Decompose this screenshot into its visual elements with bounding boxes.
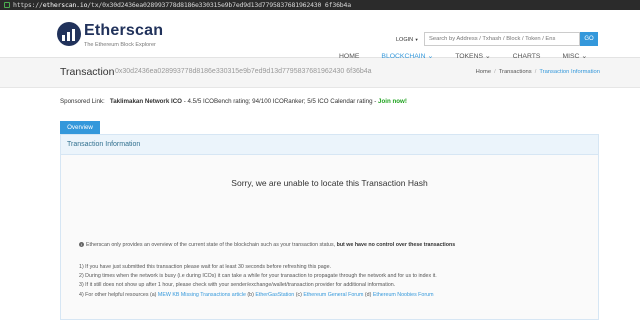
separator: (c) [294,291,304,298]
sponsored-label: Sponsored Link: [60,98,105,105]
breadcrumb-separator: / [534,69,537,75]
page-title-band: Transaction 0x30d2436ea028993778d8186e33… [0,58,640,88]
sponsored-link: Sponsored Link: Taklimakan Network ICO -… [60,98,407,105]
not-found-message: Sorry, we are unable to locate this Tran… [231,178,428,188]
login-menu[interactable]: LOGIN ▼ [396,37,419,43]
url-scheme: https:// [13,1,43,9]
info-bold-text: but we have no control over these transa… [336,242,456,248]
info-icon: i [79,242,84,248]
url-path: /tx/0x30d2436ea028993778d8186e330315e9b7… [87,1,351,9]
info-notice: i Etherscan only provides an overview of … [79,242,455,248]
help-step: 3) If it still does not show up after 1 … [79,282,396,289]
sponsored-ratings: - 4.5/5 ICOBench rating; 94/100 ICORanke… [182,98,379,105]
url-host: etherscan.io [42,1,88,9]
help-step: 4) For other helpful resources (a) MEW K… [79,291,437,300]
ethergasstation-link[interactable]: EtherGasStation [255,292,294,298]
sponsored-join-link[interactable]: Join now! [378,98,407,105]
breadcrumb-transactions[interactable]: Transactions [499,69,532,75]
brand-tagline: The Ethereum Block Explorer [84,42,156,48]
separator: (b) [245,291,256,298]
help-step-prefix: 4) For other helpful resources (a) [79,291,157,298]
tab-overview[interactable]: Overview [60,121,100,134]
mew-kb-link[interactable]: MEW KB Missing Transactions article [158,292,246,298]
transaction-panel: Transaction Information Sorry, we are un… [60,134,599,320]
search-go-button[interactable]: GO [580,32,598,46]
help-step: 1) If you have just submitted this trans… [79,264,332,270]
caret-down-icon: ▼ [414,37,419,42]
brand-name[interactable]: Etherscan [84,22,163,40]
url-text[interactable]: https://etherscan.io/tx/0x30d2436ea02899… [13,1,351,9]
login-label: LOGIN [396,37,414,43]
lock-icon [4,2,10,8]
search-input[interactable] [424,32,580,46]
page-title: Transaction [60,66,115,78]
breadcrumb-home[interactable]: Home [476,69,491,75]
site-header: Etherscan The Ethereum Block Explorer LO… [0,10,640,73]
help-step: 2) During times when the network is busy… [79,273,437,280]
info-text: Etherscan only provides an overview of t… [86,242,336,248]
transaction-hash: 0x30d2436ea028993778d8186e330315e9b7ed9d… [115,68,372,75]
sponsored-name[interactable]: Taklimakan Network ICO [110,98,182,105]
separator: (d) [363,291,373,298]
breadcrumb-current: Transaction Information [539,69,600,75]
breadcrumb-separator: / [494,69,496,75]
panel-heading: Transaction Information [61,135,598,155]
breadcrumb: Home / Transactions / Transaction Informatio… [476,69,600,75]
etherscan-logo-icon[interactable] [57,22,81,46]
browser-address-bar[interactable]: https://etherscan.io/tx/0x30d2436ea02899… [0,0,640,10]
ethereum-forum-link[interactable]: Ethereum General Forum [303,292,363,298]
help-steps: 1) If you have just submitted this trans… [79,263,437,300]
ethereum-noobies-link[interactable]: Ethereum Noobies Forum [373,292,434,298]
